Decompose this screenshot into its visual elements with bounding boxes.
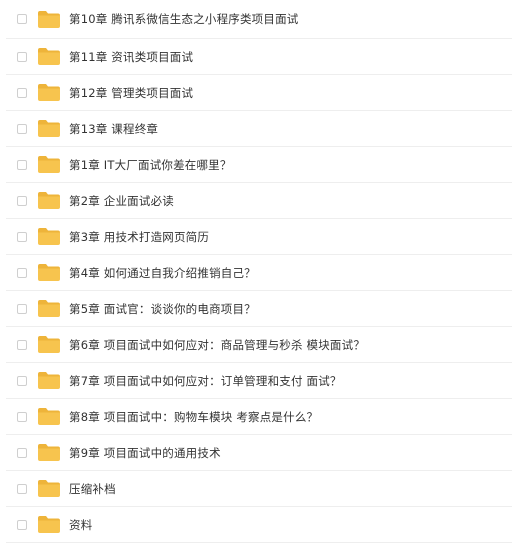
list-item[interactable]: 第8章 项目面试中：购物车模块 考察点是什么？ — [6, 399, 512, 435]
folder-icon — [38, 10, 60, 28]
folder-icon — [38, 48, 60, 65]
file-name[interactable]: 资料 — [69, 517, 92, 533]
folder-icon — [38, 336, 60, 353]
file-name[interactable]: 第13章 课程终章 — [69, 121, 158, 137]
folder-icon — [38, 192, 60, 209]
file-name[interactable]: 第8章 项目面试中：购物车模块 考察点是什么？ — [69, 409, 318, 425]
list-item[interactable]: 第1章 IT大厂面试你差在哪里？ — [6, 147, 512, 183]
select-checkbox[interactable] — [17, 231, 27, 242]
select-checkbox[interactable] — [17, 519, 27, 530]
folder-icon — [38, 156, 60, 173]
list-item[interactable]: 第13章 课程终章 — [6, 111, 512, 147]
select-checkbox[interactable] — [17, 195, 27, 206]
file-name[interactable]: 第7章 项目面试中如何应对：订单管理和支付 面试？ — [69, 373, 342, 389]
select-checkbox[interactable] — [17, 267, 27, 278]
select-checkbox[interactable] — [17, 87, 27, 98]
list-item[interactable]: 第2章 企业面试必读 — [6, 183, 512, 219]
folder-icon — [38, 408, 60, 425]
list-item[interactable]: 第4章 如何通过自我介绍推销自己？ — [6, 255, 512, 291]
folder-icon — [38, 300, 60, 317]
folder-icon — [38, 444, 60, 461]
file-list: 第10章 腾讯系微信生态之小程序类项目面试 第11章 资讯类项目面试 第12章 … — [0, 0, 512, 544]
folder-icon — [38, 372, 60, 389]
file-name[interactable]: 第4章 如何通过自我介绍推销自己？ — [69, 265, 256, 281]
list-item[interactable]: 第3章 用技术打造网页简历 — [6, 219, 512, 255]
select-checkbox[interactable] — [17, 375, 27, 386]
file-name[interactable]: 第12章 管理类项目面试 — [69, 85, 193, 101]
select-checkbox[interactable] — [17, 159, 27, 170]
list-item[interactable]: 压缩补档 — [6, 471, 512, 507]
list-item[interactable]: 第7章 项目面试中如何应对：订单管理和支付 面试？ — [6, 363, 512, 399]
file-name[interactable]: 第1章 IT大厂面试你差在哪里？ — [69, 157, 232, 173]
folder-icon — [38, 228, 60, 245]
list-item[interactable]: 第9章 项目面试中的通用技术 — [6, 435, 512, 471]
file-name[interactable]: 第5章 面试官：谈谈你的电商项目？ — [69, 301, 256, 317]
list-item[interactable]: 第11章 资讯类项目面试 — [6, 39, 512, 75]
select-checkbox[interactable] — [17, 339, 27, 350]
list-item[interactable]: 第12章 管理类项目面试 — [6, 75, 512, 111]
file-name[interactable]: 第11章 资讯类项目面试 — [69, 49, 193, 65]
select-checkbox[interactable] — [17, 51, 27, 62]
folder-icon — [38, 84, 60, 101]
select-checkbox[interactable] — [17, 14, 27, 24]
select-checkbox[interactable] — [17, 447, 27, 458]
folder-icon — [38, 120, 60, 137]
file-name[interactable]: 第10章 腾讯系微信生态之小程序类项目面试 — [69, 11, 299, 27]
list-item[interactable]: 第6章 项目面试中如何应对：商品管理与秒杀 模块面试？ — [6, 327, 512, 363]
folder-icon — [38, 480, 60, 497]
file-name[interactable]: 第9章 项目面试中的通用技术 — [69, 445, 221, 461]
file-name[interactable]: 第3章 用技术打造网页简历 — [69, 229, 209, 245]
select-checkbox[interactable] — [17, 123, 27, 134]
file-name[interactable]: 压缩补档 — [69, 481, 116, 497]
file-name[interactable]: 第2章 企业面试必读 — [69, 193, 174, 209]
folder-icon — [38, 264, 60, 281]
folder-icon — [38, 516, 60, 533]
list-item[interactable]: 第10章 腾讯系微信生态之小程序类项目面试 — [6, 0, 512, 39]
list-item[interactable]: 第5章 面试官：谈谈你的电商项目？ — [6, 291, 512, 327]
select-checkbox[interactable] — [17, 483, 27, 494]
select-checkbox[interactable] — [17, 303, 27, 314]
file-name[interactable]: 第6章 项目面试中如何应对：商品管理与秒杀 模块面试？ — [69, 337, 365, 353]
list-item[interactable]: 资料 — [6, 507, 512, 543]
select-checkbox[interactable] — [17, 411, 27, 422]
